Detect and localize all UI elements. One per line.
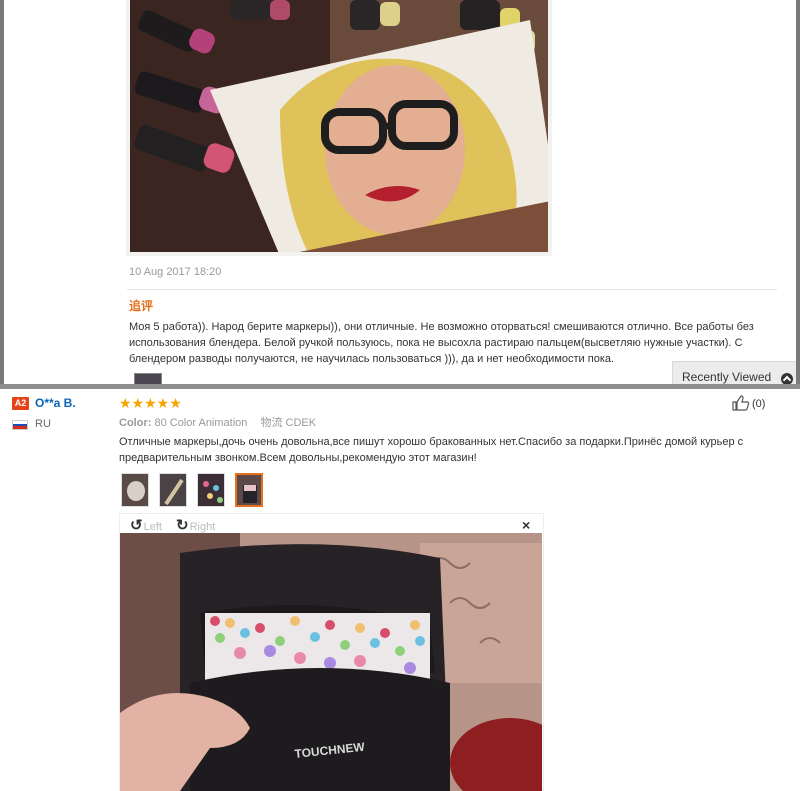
recently-viewed-tab[interactable]: Recently Viewed xyxy=(672,361,796,384)
rotate-right-icon: ↻ xyxy=(176,517,189,534)
divider xyxy=(127,289,777,290)
color-label: Color: xyxy=(119,417,152,429)
panel-divider xyxy=(0,384,800,389)
chevron-up-icon xyxy=(781,373,793,384)
drawing-photo-image xyxy=(130,0,548,252)
recently-viewed-label: Recently Viewed xyxy=(682,370,772,384)
additional-feedback-label: 追评 xyxy=(129,299,154,313)
rotate-left-button[interactable]: ↺Left xyxy=(130,516,162,534)
color-value: 80 Color Animation xyxy=(154,417,248,429)
review-date: 10 Aug 2017 18:20 xyxy=(129,266,222,278)
rotate-left-icon: ↺ xyxy=(130,517,143,534)
thumbs-up-icon xyxy=(732,395,750,411)
review-text: Отличные маркеры,дочь очень довольна,все… xyxy=(119,436,744,464)
reviewer-country: RU xyxy=(35,418,51,430)
russia-flag-icon xyxy=(12,420,28,430)
rotate-right-label: Right xyxy=(189,521,216,533)
rotate-left-label: Left xyxy=(143,521,162,533)
user-level-badge: A2 xyxy=(12,397,29,410)
shipping-label: 物流 xyxy=(260,417,283,429)
star-rating: ★★★★★ xyxy=(119,395,182,411)
review-drawing-photo[interactable] xyxy=(126,0,552,256)
shipping-value: CDEK xyxy=(285,417,317,429)
review-thumbnail-2[interactable] xyxy=(159,473,187,507)
markers-case-photo: TOUCHNEW xyxy=(120,533,542,791)
helpful-count: (0) xyxy=(752,398,766,410)
rotate-right-button[interactable]: ↻Right xyxy=(176,516,215,534)
review-thumbnail-4[interactable] xyxy=(235,473,263,507)
additional-feedback-thumbnail[interactable] xyxy=(134,373,162,384)
close-viewer-button[interactable]: × xyxy=(522,517,530,533)
viewer-photo: TOUCHNEW xyxy=(120,533,542,791)
review-meta: Color: 80 Color Animation 物流 CDEK xyxy=(119,414,316,430)
review-thumbnail-3[interactable] xyxy=(197,473,225,507)
review-thumbnails xyxy=(121,473,263,507)
review-thumbnail-1[interactable] xyxy=(121,473,149,507)
additional-feedback-text: Моя 5 работа)). Народ берите маркеры)), … xyxy=(129,321,754,365)
reviewer-name: O**a B. xyxy=(35,396,76,410)
previous-review-panel: 10 Aug 2017 18:20 追评 Моя 5 работа)). Нар… xyxy=(0,0,800,384)
helpful-button[interactable]: (0) xyxy=(732,395,765,411)
